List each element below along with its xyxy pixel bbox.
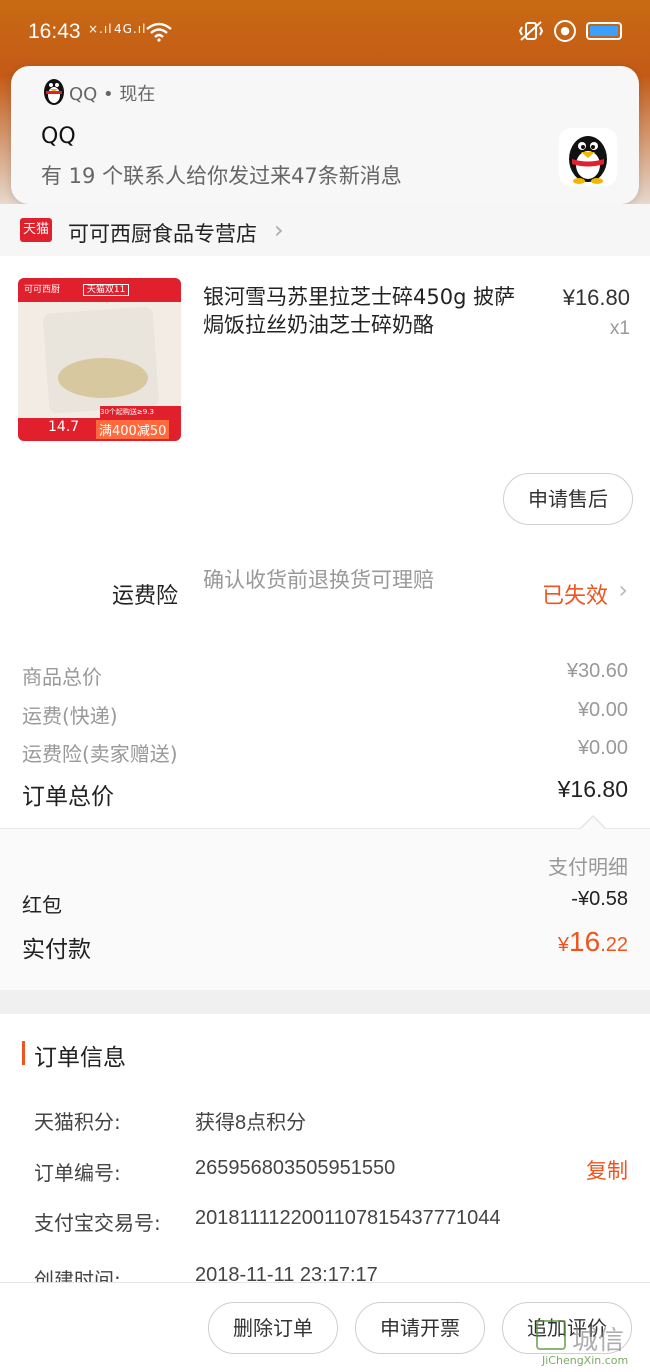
notification-title: QQ <box>41 124 76 149</box>
redpacket-label: 红包 <box>22 893 62 917</box>
tmall-badge: 天猫 <box>20 218 52 242</box>
paid-amount-value: ¥16.22 <box>558 926 628 958</box>
qq-notification[interactable]: QQ • 现在 QQ 有 19 个联系人给你发过来47条新消息 <box>11 66 639 204</box>
status-bar: 16:43 ×.ıl 4G.ıl ● <box>0 0 650 66</box>
watermark-logo: 城信 JiChengXin.com <box>532 1320 642 1370</box>
pizza-graphic <box>58 358 148 398</box>
product-price: ¥16.80 <box>562 285 630 310</box>
order-info-title: 订单信息 <box>34 1045 126 1071</box>
product-image-tag: 天猫双11 <box>82 284 130 296</box>
store-name: 可可西厨食品专营店 <box>68 222 257 246</box>
qq-avatar <box>559 128 617 186</box>
lock-rotation-icon: ● <box>554 20 576 42</box>
payment-detail-label: 支付明细 <box>548 857 628 879</box>
request-invoice-button[interactable]: 申请开票 <box>355 1302 485 1354</box>
cost-value-insurance: ¥0.00 <box>577 737 628 759</box>
product-image-price: 14.7 <box>48 419 80 435</box>
notification-app-label: QQ • 现在 <box>69 84 156 105</box>
status-time: 16:43 <box>28 20 81 43</box>
cost-label-shipping: 运费(快递) <box>22 704 118 728</box>
qq-penguin-icon <box>569 136 607 184</box>
section-divider <box>0 990 650 1014</box>
apply-after-sale-button[interactable]: 申请售后 <box>503 473 633 525</box>
order-total-value: ¥16.80 <box>557 776 628 802</box>
freight-insurance-label: 运费险 <box>112 584 179 609</box>
watermark-brand: 城信 <box>572 1326 625 1356</box>
chevron-right-icon: › <box>274 216 284 244</box>
wifi-icon <box>146 22 172 42</box>
info-key-order-number: 订单编号: <box>34 1161 121 1185</box>
copy-order-number-button[interactable]: 复制 <box>586 1155 628 1185</box>
redpacket-value: -¥0.58 <box>571 888 628 910</box>
order-total-label: 订单总价 <box>22 784 114 810</box>
info-value-alipay-id: 2018111122001107815437771044 <box>195 1207 501 1229</box>
product-image-strip: 30个起购送≥9.3 <box>100 406 181 418</box>
product-title[interactable]: 银河雪马苏里拉芝士碎450g 披萨焗饭拉丝奶油芝士碎奶酪 <box>203 283 523 339</box>
vibrate-icon <box>518 21 544 41</box>
product-image-brand: 可可西厨 <box>24 285 61 295</box>
notification-message: 有 19 个联系人给你发过来47条新消息 <box>41 164 402 188</box>
signal-icon: ×.ıl <box>88 22 113 36</box>
info-key-points: 天猫积分: <box>34 1110 121 1134</box>
info-value-points: 获得8点积分 <box>195 1112 307 1134</box>
store-row[interactable]: 天猫 可可西厨食品专营店 › <box>0 204 650 256</box>
pointer-triangle-fill <box>581 817 605 829</box>
cost-value-shipping: ¥0.00 <box>577 699 628 721</box>
battery-icon <box>586 22 622 40</box>
product-image[interactable]: 可可西厨 天猫双11 30个起购送≥9.3 14.7 满400减50 <box>18 278 181 441</box>
info-key-alipay-id: 支付宝交易号: <box>34 1211 161 1235</box>
paid-amount-label: 实付款 <box>22 937 91 963</box>
qq-penguin-icon <box>44 79 64 105</box>
cost-label-goods: 商品总价 <box>22 665 102 689</box>
chevron-right-icon[interactable]: › <box>618 576 628 604</box>
paid-amount-int: 16 <box>569 926 601 957</box>
section-accent-bar <box>22 1041 25 1065</box>
product-image-promo: 满400减50 <box>96 420 170 439</box>
signal-4g-icon: 4G.ıl <box>114 22 147 36</box>
info-value-order-number: 265956803505951550 <box>195 1157 396 1179</box>
paid-amount-dec: .22 <box>600 934 628 956</box>
watermark-url: JiChengXin.com <box>542 1354 629 1367</box>
cost-value-goods: ¥30.60 <box>566 660 628 682</box>
paid-amount-symbol: ¥ <box>557 934 570 956</box>
cost-label-insurance: 运费险(卖家赠送) <box>22 742 178 766</box>
freight-insurance-desc: 确认收货前退换货可理赔 <box>203 568 434 592</box>
product-quantity: x1 <box>609 318 630 339</box>
delete-order-button[interactable]: 删除订单 <box>208 1302 338 1354</box>
freight-insurance-status[interactable]: 已失效 <box>542 578 608 610</box>
